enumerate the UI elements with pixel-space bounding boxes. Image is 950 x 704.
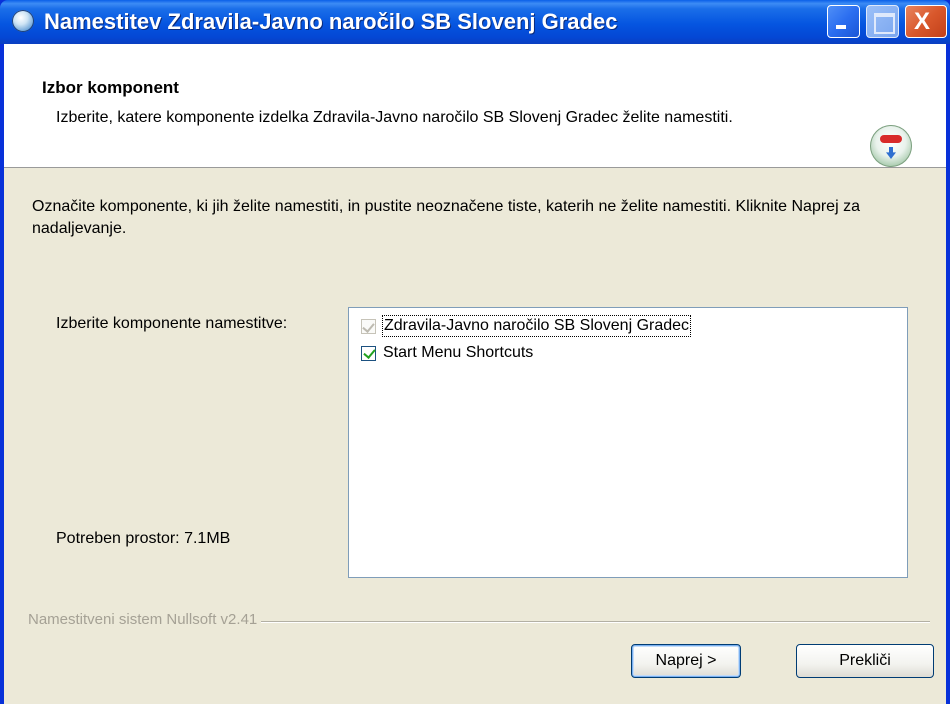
next-button[interactable]: Naprej > — [631, 644, 741, 678]
checkbox-shortcuts[interactable] — [361, 345, 376, 361]
minimize-button[interactable] — [827, 5, 860, 38]
minimize-icon — [836, 25, 846, 29]
page-description: Izberite, katere komponente izdelka Zdra… — [56, 109, 733, 126]
checkbox-main — [361, 318, 376, 334]
download-arrow-icon — [886, 147, 896, 159]
components-list[interactable]: Zdravila-Javno naročilo SB Slovenj Grade… — [348, 307, 908, 578]
component-label-main: Zdravila-Javno naročilo SB Slovenj Grade… — [381, 315, 692, 337]
close-icon: X — [914, 8, 931, 35]
installer-window: Namestitev Zdravila-Javno naročilo SB Sl… — [0, 0, 950, 704]
component-label-shortcuts: Start Menu Shortcuts — [383, 344, 534, 361]
component-item-shortcuts[interactable]: Start Menu Shortcuts — [361, 343, 533, 363]
components-label: Izberite komponente namestitve: — [56, 315, 288, 332]
install-disc-icon — [870, 125, 912, 167]
page-title: Izbor komponent — [42, 78, 179, 97]
space-required-label: Potreben prostor: 7.1MB — [56, 530, 231, 547]
title-bar[interactable]: Namestitev Zdravila-Javno naročilo SB Sl… — [0, 0, 950, 44]
disc-badge — [880, 135, 902, 143]
window-title: Namestitev Zdravila-Javno naročilo SB Sl… — [44, 9, 618, 34]
checkmark-icon — [362, 319, 375, 333]
cancel-button[interactable]: Prekliči — [796, 644, 934, 678]
instructions-text: Označite komponente, ki jih želite names… — [32, 198, 860, 237]
header-panel: Izbor komponent Izberite, katere kompone… — [4, 44, 946, 168]
close-button[interactable]: X — [905, 5, 947, 38]
nullsoft-branding: Namestitveni sistem Nullsoft v2.41 — [28, 611, 262, 628]
checkmark-icon — [363, 345, 376, 359]
maximize-icon — [874, 13, 895, 34]
installer-icon — [12, 10, 34, 32]
content-panel: Označite komponente, ki jih želite names… — [4, 168, 946, 704]
maximize-button — [866, 5, 899, 38]
component-item-main[interactable]: Zdravila-Javno naročilo SB Slovenj Grade… — [361, 315, 692, 337]
